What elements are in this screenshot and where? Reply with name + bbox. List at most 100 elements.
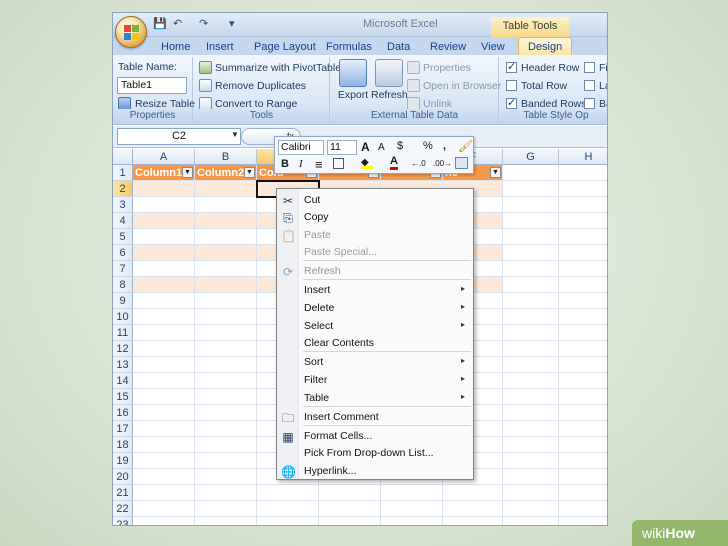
cell[interactable] [195,341,257,357]
cell[interactable] [559,373,607,389]
menu-item-cut[interactable]: ✂ Cut [277,192,473,210]
row-header-21[interactable]: 21 [113,485,133,501]
remove-duplicates-button[interactable]: Remove Duplicates [215,80,306,92]
cell[interactable] [559,213,607,229]
filter-dropdown-icon[interactable]: ▼ [244,167,255,178]
row-header-4[interactable]: 4 [113,213,133,229]
cell[interactable] [559,165,607,181]
filter-dropdown-icon[interactable]: ▼ [490,167,501,178]
tab-view[interactable]: View [481,39,505,55]
redo-icon[interactable]: ↷ [199,17,208,33]
cell[interactable] [559,405,607,421]
cell[interactable] [133,405,195,421]
menu-item-insert[interactable]: Insert ▸ [277,282,473,300]
undo-icon[interactable]: ↶ [173,17,182,33]
row-header-9[interactable]: 9 [113,293,133,309]
banded-columns-checkbox[interactable] [584,98,595,109]
cell[interactable] [195,277,257,293]
grow-font-icon[interactable]: A [361,140,370,154]
merge-center-icon[interactable] [455,157,468,169]
cell[interactable] [503,485,559,501]
column-header-h[interactable]: H [559,149,607,165]
row-header-8[interactable]: 8 [113,277,133,293]
cell[interactable] [503,421,559,437]
table-header-cell[interactable]: Column2 ▼ [195,165,257,181]
cell[interactable] [133,421,195,437]
percent-icon[interactable]: % [423,140,433,152]
cell[interactable] [503,197,559,213]
refresh-button[interactable]: Refresh [371,59,408,101]
cell[interactable] [503,469,559,485]
cell[interactable] [133,197,195,213]
filter-dropdown-icon[interactable]: ▼ [182,167,193,178]
tab-formulas[interactable]: Formulas [326,39,372,55]
row-header-13[interactable]: 13 [113,357,133,373]
cell[interactable] [559,453,607,469]
cell[interactable] [503,277,559,293]
row-header-1[interactable]: 1 [113,165,133,181]
cell[interactable] [195,469,257,485]
currency-icon[interactable]: $ [397,140,403,152]
cell[interactable] [503,181,559,197]
row-header-17[interactable]: 17 [113,421,133,437]
cell[interactable] [559,229,607,245]
cell[interactable] [503,357,559,373]
row-header-19[interactable]: 19 [113,453,133,469]
cell[interactable] [195,181,257,197]
cell[interactable] [195,213,257,229]
cell[interactable] [195,453,257,469]
comma-icon[interactable]: , [443,140,446,152]
row-header-22[interactable]: 22 [113,501,133,517]
cell[interactable] [195,437,257,453]
menu-item-pick-from-drop-down-list[interactable]: Pick From Drop-down List... [277,445,473,463]
tab-data[interactable]: Data [387,39,410,55]
first-column-checkbox[interactable] [584,62,595,73]
office-button[interactable] [115,16,147,48]
bold-button[interactable]: B [281,158,289,170]
cell[interactable] [195,389,257,405]
cell[interactable] [195,325,257,341]
cell[interactable] [195,405,257,421]
column-header-g[interactable]: G [503,149,559,165]
cell[interactable] [195,357,257,373]
cell[interactable] [133,245,195,261]
row-header-6[interactable]: 6 [113,245,133,261]
center-align-button[interactable]: ≡ [315,157,323,172]
cell[interactable] [195,229,257,245]
format-painter-icon[interactable]: 🖌 [458,139,473,153]
column-header-a[interactable]: A [133,149,195,165]
menu-item-delete[interactable]: Delete ▸ [277,300,473,318]
cell[interactable] [195,421,257,437]
cell[interactable] [443,517,503,525]
cell[interactable] [503,389,559,405]
cell[interactable] [559,261,607,277]
cell[interactable] [559,325,607,341]
cell[interactable] [319,501,381,517]
cell[interactable] [319,485,381,501]
row-header-10[interactable]: 10 [113,309,133,325]
row-header-12[interactable]: 12 [113,341,133,357]
cell[interactable] [503,437,559,453]
tab-review[interactable]: Review [430,39,466,55]
cell[interactable] [503,325,559,341]
menu-item-copy[interactable]: ⎘ Copy [277,209,473,227]
column-header-b[interactable]: B [195,149,257,165]
fill-color-icon[interactable]: ◆ [361,157,373,169]
cell[interactable] [503,293,559,309]
cell[interactable] [195,293,257,309]
cell[interactable] [195,197,257,213]
row-header-7[interactable]: 7 [113,261,133,277]
cell[interactable] [257,517,319,525]
cell[interactable] [559,485,607,501]
row-header-11[interactable]: 11 [113,325,133,341]
banded-rows-checkbox[interactable] [506,96,517,109]
name-box-dropdown-icon[interactable]: ▼ [231,130,239,139]
menu-item-filter[interactable]: Filter ▸ [277,372,473,390]
cell[interactable] [559,357,607,373]
cell[interactable] [443,485,503,501]
cell[interactable] [503,341,559,357]
table-header-cell[interactable]: Column1 ▼ [133,165,195,181]
cell[interactable] [133,501,195,517]
cell[interactable] [503,213,559,229]
save-icon[interactable]: 💾 [153,17,167,33]
